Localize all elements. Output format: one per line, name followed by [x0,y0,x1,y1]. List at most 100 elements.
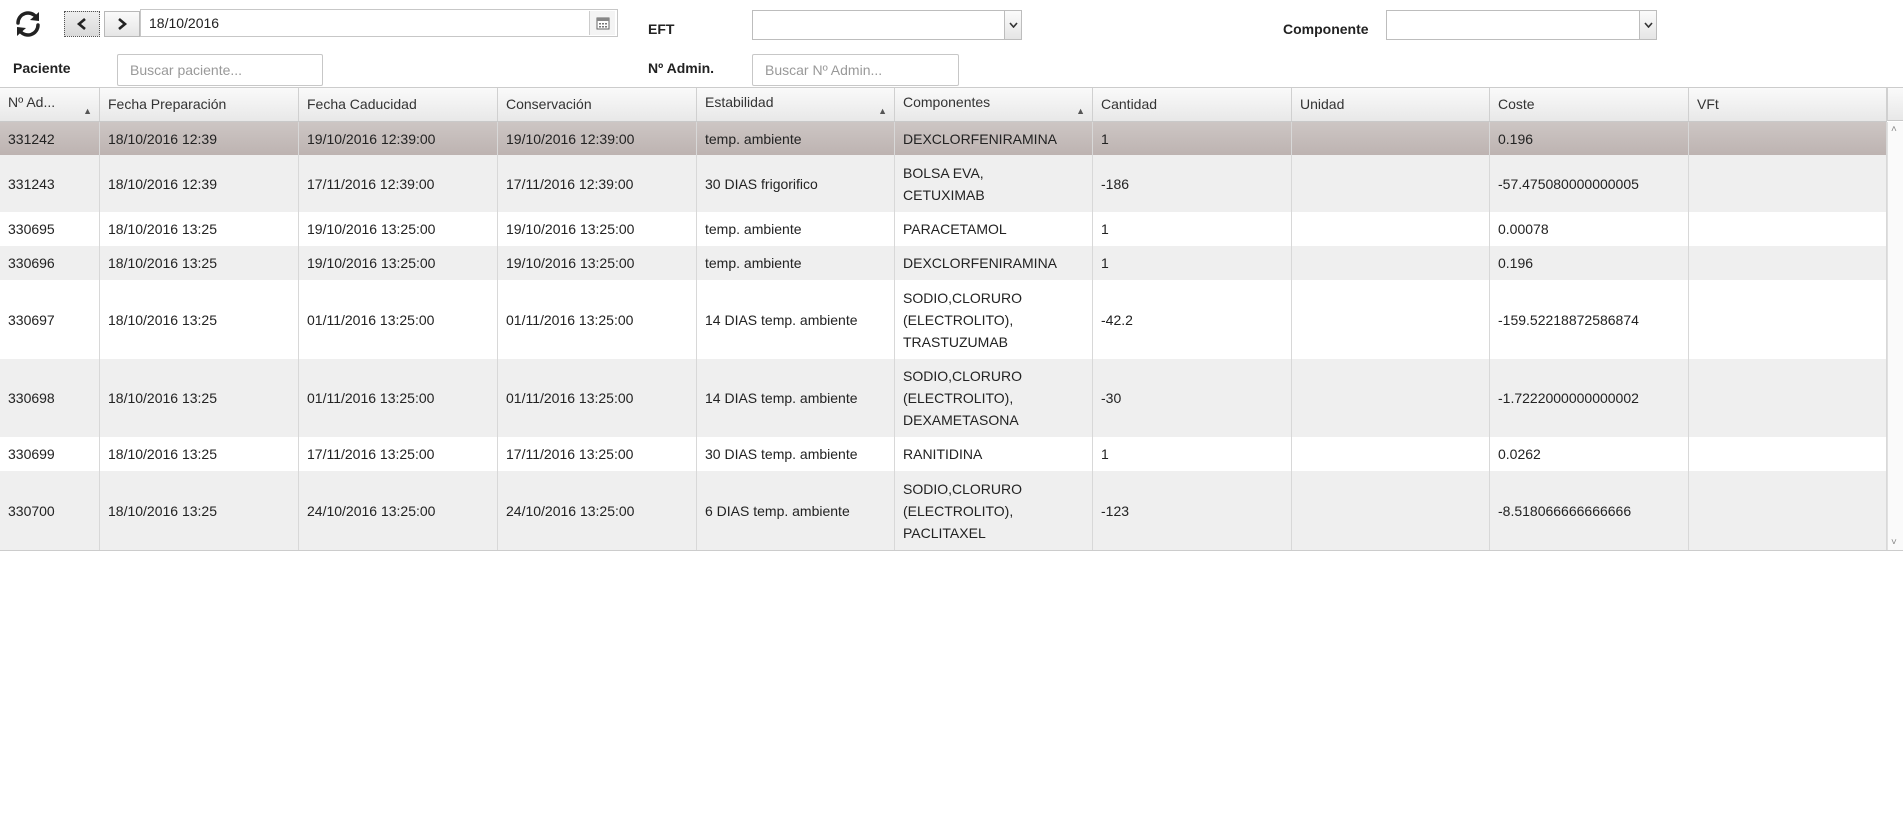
cell-no-admin: 330698 [0,359,100,437]
column-label: Conservación [506,96,592,112]
refresh-button[interactable] [12,8,44,40]
cell-conservacion: 17/11/2016 12:39:00 [498,155,697,212]
cell-cantidad: 1 [1093,212,1292,246]
componente-line: SODIO,CLORURO [903,289,1023,306]
cell-fecha-preparacion: 18/10/2016 13:25 [100,246,299,280]
cell-fecha-caducidad: 01/11/2016 13:25:00 [299,359,498,437]
sort-asc-icon: ▲ [878,106,887,116]
cell-vft [1689,359,1887,437]
calendar-button[interactable] [589,11,615,35]
column-header-componentes[interactable]: Componentes ▲ [895,88,1093,121]
componente-line: PARACETAMOL [903,221,1007,237]
column-header-coste[interactable]: Coste [1490,88,1689,121]
sort-asc-icon: ▲ [1076,106,1085,116]
cell-no-admin: 330697 [0,280,100,359]
paciente-search-input[interactable] [117,54,323,86]
cell-vft [1689,280,1887,359]
cell-no-admin: 330700 [0,471,100,550]
cell-fecha-preparacion: 18/10/2016 13:25 [100,437,299,471]
cell-fecha-preparacion: 18/10/2016 13:25 [100,280,299,359]
cell-fecha-caducidad: 01/11/2016 13:25:00 [299,280,498,359]
cell-fecha-caducidad: 24/10/2016 13:25:00 [299,471,498,550]
componente-select-value [1387,17,1395,32]
componente-select[interactable] [1386,10,1657,40]
column-header-fecha-caducidad[interactable]: Fecha Caducidad [299,88,498,121]
column-header-estabilidad[interactable]: Estabilidad ▲ [697,88,895,121]
table-row[interactable]: 330696 18/10/2016 13:25 19/10/2016 13:25… [0,246,1887,280]
cell-cantidad: 1 [1093,437,1292,471]
vertical-scrollbar[interactable]: ˄ ˅ [1887,122,1903,550]
eft-select-value [753,17,761,32]
column-label: Coste [1498,96,1535,112]
next-day-button[interactable] [104,11,140,37]
column-header-conservacion[interactable]: Conservación [498,88,697,121]
table-row[interactable]: 330700 18/10/2016 13:25 24/10/2016 13:25… [0,471,1887,550]
cell-conservacion: 19/10/2016 13:25:00 [498,212,697,246]
table-row[interactable]: 331243 18/10/2016 12:39 17/11/2016 12:39… [0,155,1887,212]
cell-coste: -57.475080000000005 [1490,155,1689,212]
column-header-vft[interactable]: VFt [1689,88,1887,121]
cell-no-admin: 330699 [0,437,100,471]
column-header-unidad[interactable]: Unidad [1292,88,1490,121]
cell-unidad [1292,212,1490,246]
column-header-no-admin[interactable]: Nº Ad... ▲ [0,88,100,121]
cell-conservacion: 01/11/2016 13:25:00 [498,359,697,437]
cell-cantidad: -30 [1093,359,1292,437]
cell-unidad [1292,280,1490,359]
date-field[interactable]: 18/10/2016 [140,9,618,37]
cell-componentes: DEXCLORFENIRAMINA [895,246,1093,280]
cell-no-admin: 331243 [0,155,100,212]
componente-label: Componente [1283,21,1369,37]
componente-line: SODIO,CLORURO [903,368,1023,384]
column-header-fecha-preparacion[interactable]: Fecha Preparación [100,88,299,121]
column-label: Unidad [1300,96,1345,112]
header-scroll-spacer [1887,88,1903,121]
cell-fecha-caducidad: 17/11/2016 12:39:00 [299,155,498,212]
table-row[interactable]: 330695 18/10/2016 13:25 19/10/2016 13:25… [0,212,1887,246]
componente-line: DEXCLORFENIRAMINA [903,255,1058,271]
cell-conservacion: 19/10/2016 12:39:00 [498,122,697,155]
cell-componentes: SODIO,CLORURO (ELECTROLITO), DEXAMETASON… [895,359,1093,437]
column-label: Fecha Preparación [108,96,227,112]
componente-line: CETUXIMAB [903,186,985,203]
componente-line: SODIO,CLORURO [903,480,1023,497]
table-row[interactable]: 331242 18/10/2016 12:39 19/10/2016 12:39… [0,122,1887,155]
componente-dropdown-button[interactable] [1639,11,1656,39]
cell-estabilidad: temp. ambiente [697,246,895,280]
table-row[interactable]: 330697 18/10/2016 13:25 01/11/2016 13:25… [0,280,1887,359]
cell-fecha-caducidad: 19/10/2016 13:25:00 [299,212,498,246]
cell-conservacion: 24/10/2016 13:25:00 [498,471,697,550]
cell-estabilidad: 30 DIAS temp. ambiente [697,437,895,471]
componente-line: PACLITAXEL [903,524,986,541]
cell-cantidad: -42.2 [1093,280,1292,359]
cell-unidad [1292,246,1490,280]
column-label: VFt [1697,96,1719,112]
cell-vft [1689,437,1887,471]
cell-coste: -8.518066666666666 [1490,471,1689,550]
eft-dropdown-button[interactable] [1004,11,1021,39]
componente-line: DEXCLORFENIRAMINA [903,130,1058,147]
column-label: Cantidad [1101,96,1158,112]
cell-fecha-caducidad: 19/10/2016 12:39:00 [299,122,498,155]
table-row[interactable]: 330698 18/10/2016 13:25 01/11/2016 13:25… [0,359,1887,437]
cell-coste: 0.196 [1490,122,1689,155]
cell-vft [1689,155,1887,212]
previous-day-button[interactable] [64,11,100,37]
componente-line: (ELECTROLITO), [903,311,1014,328]
cell-componentes: DEXCLORFENIRAMINA [895,122,1093,155]
date-value: 18/10/2016 [149,15,220,31]
componente-line: RANITIDINA [903,446,983,462]
eft-select[interactable] [752,10,1022,40]
column-header-cantidad[interactable]: Cantidad [1093,88,1292,121]
cell-cantidad: -186 [1093,155,1292,212]
cell-no-admin: 330695 [0,212,100,246]
chevron-down-icon [1008,22,1018,28]
cell-estabilidad: 6 DIAS temp. ambiente [697,471,895,550]
cell-estabilidad: temp. ambiente [697,122,895,155]
cell-unidad [1292,471,1490,550]
scroll-up-icon[interactable]: ˄ [1891,124,1897,135]
grid-header: Nº Ad... ▲ Fecha Preparación Fecha Caduc… [0,88,1887,122]
admin-search-input[interactable] [752,54,959,86]
scroll-down-icon[interactable]: ˅ [1891,537,1897,548]
table-row[interactable]: 330699 18/10/2016 13:25 17/11/2016 13:25… [0,437,1887,471]
